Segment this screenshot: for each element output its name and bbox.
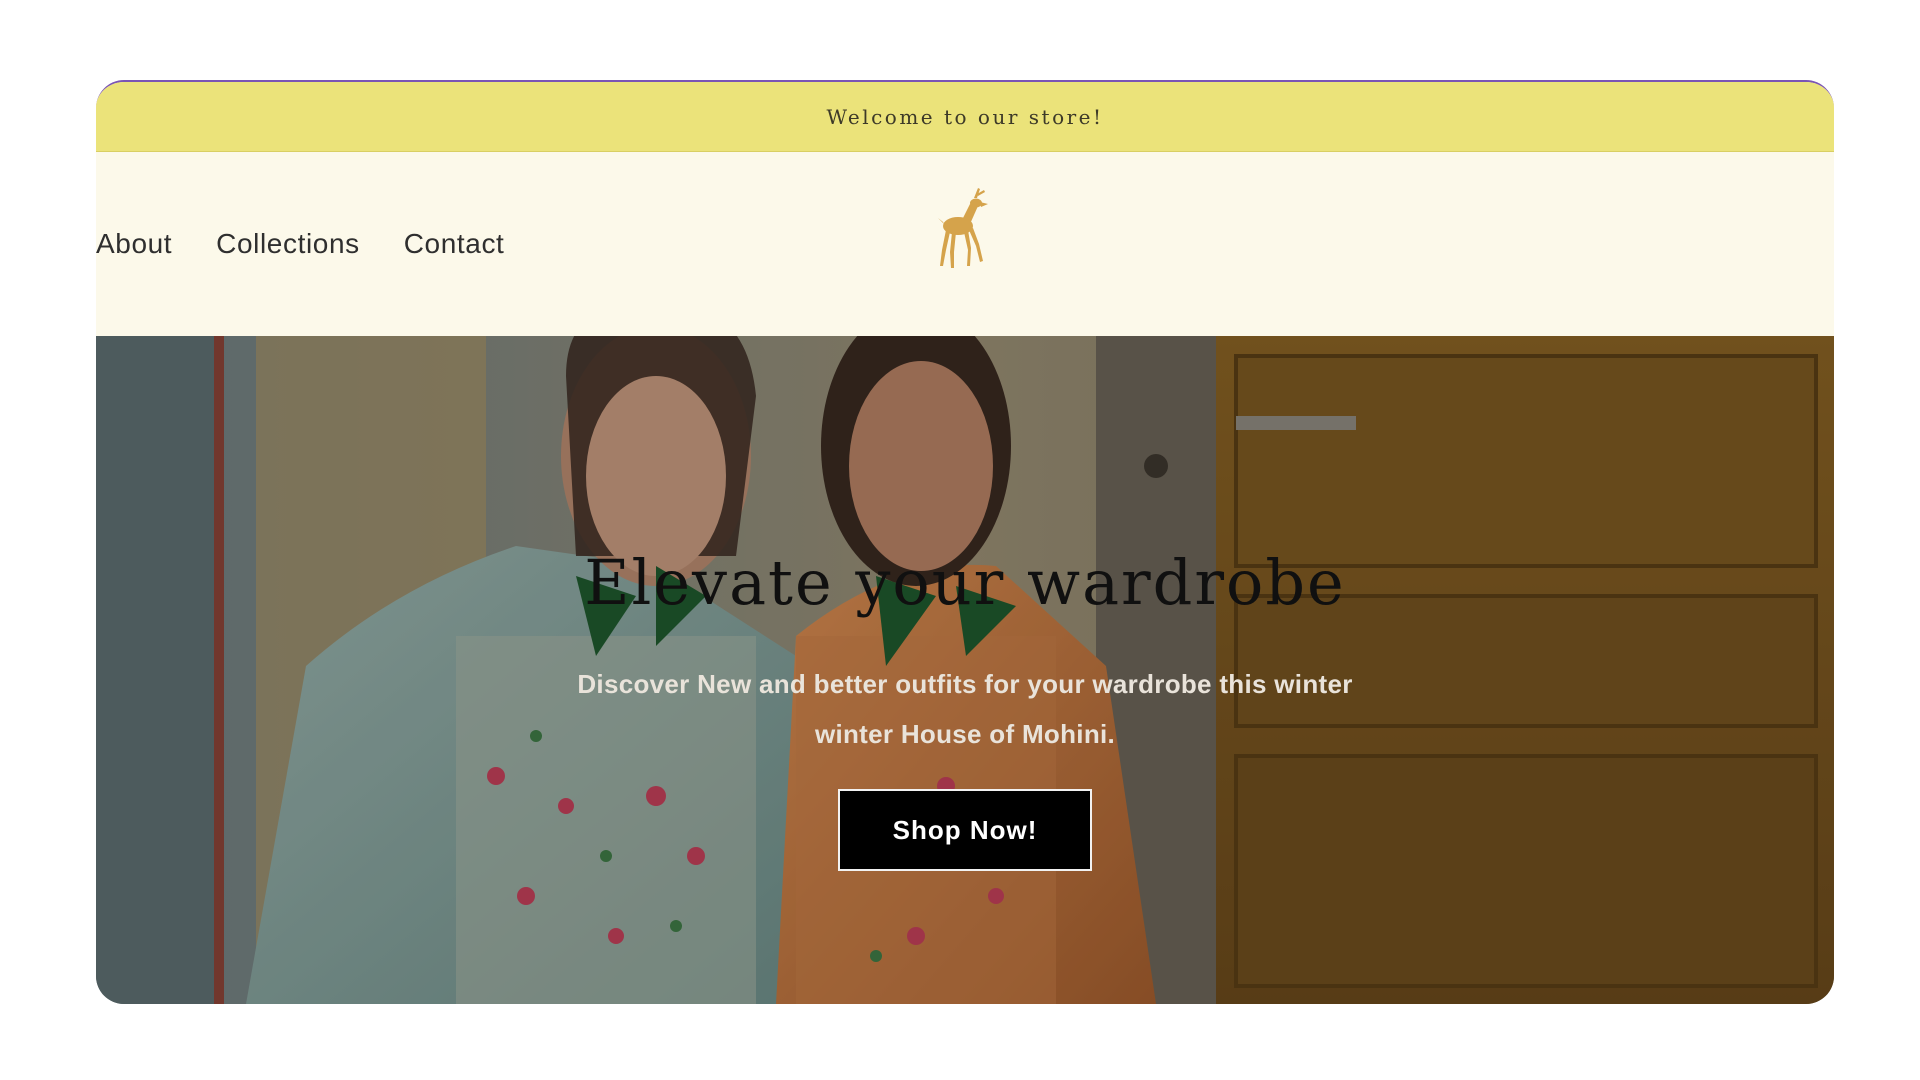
main-nav: About Collections Contact xyxy=(96,152,548,336)
deer-icon[interactable] xyxy=(934,186,998,270)
hero-banner: Elevate your wardrobe Discover New and b… xyxy=(96,336,1834,1004)
nav-link-collections[interactable]: Collections xyxy=(216,228,360,260)
shop-now-button[interactable]: Shop Now! xyxy=(838,789,1092,871)
store-page: Welcome to our store! About Collections … xyxy=(96,80,1834,1004)
announcement-bar: Welcome to our store! xyxy=(96,82,1834,152)
site-header: About Collections Contact xyxy=(96,152,1834,336)
announcement-text: Welcome to our store! xyxy=(826,104,1104,129)
nav-link-contact[interactable]: Contact xyxy=(404,228,505,260)
hero-subtitle: Discover New and better outfits for your… xyxy=(577,669,1353,749)
hero-content: Elevate your wardrobe Discover New and b… xyxy=(96,546,1834,871)
hero-title: Elevate your wardrobe xyxy=(584,546,1346,619)
nav-link-about[interactable]: About xyxy=(96,228,172,260)
